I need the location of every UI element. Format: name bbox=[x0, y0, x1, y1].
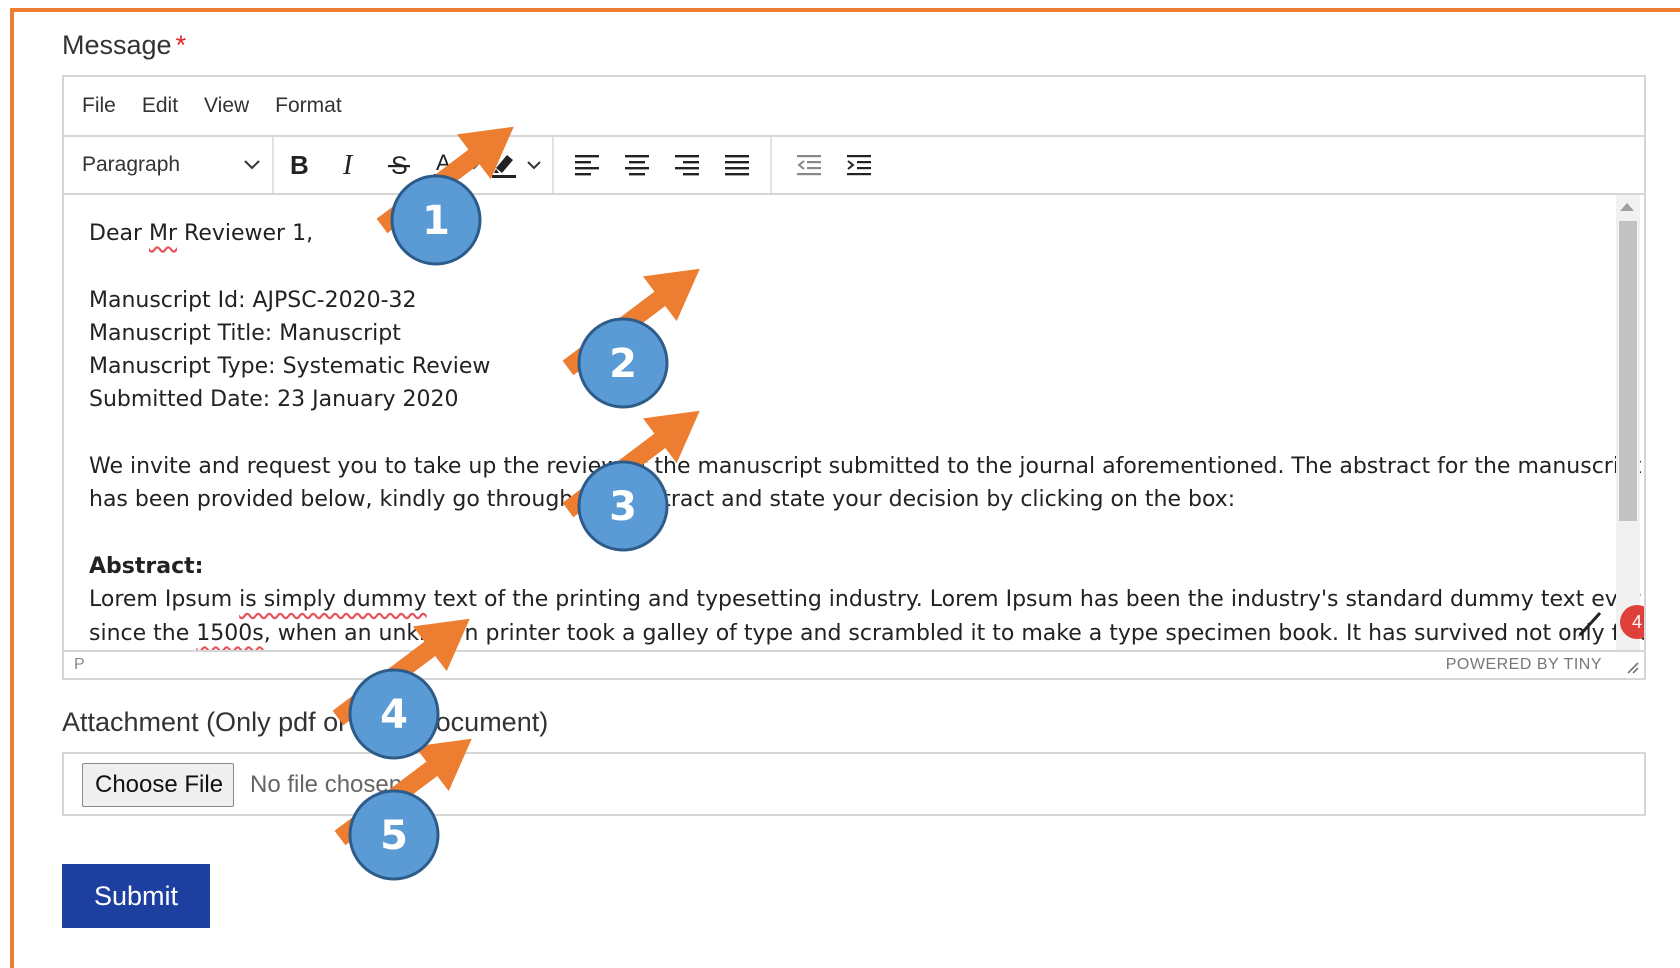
editor-menubar: File Edit View Format bbox=[64, 77, 1644, 137]
rich-text-editor: File Edit View Format Paragraph B I S A bbox=[62, 75, 1646, 680]
message-label-text: Message bbox=[62, 30, 172, 60]
greeting-pre: Dear bbox=[89, 221, 149, 246]
text-color-icon: A bbox=[434, 151, 454, 177]
align-left-button[interactable] bbox=[562, 140, 612, 190]
abstract-l1-post: text of the printing and typesetting ind… bbox=[426, 587, 1641, 613]
align-center-icon bbox=[625, 155, 649, 176]
block-format-value: Paragraph bbox=[82, 153, 181, 176]
outdent-icon bbox=[797, 155, 821, 176]
toolbar-group-format: B I S A bbox=[274, 137, 554, 193]
highlight-dropdown[interactable] bbox=[524, 140, 544, 190]
editor-body: Dear Mr Reviewer 1, Manuscript Id: AJPSC… bbox=[89, 217, 1644, 650]
menu-format[interactable]: Format bbox=[275, 94, 342, 118]
manuscript-title-line: Manuscript Title: Manuscript bbox=[89, 320, 401, 346]
scroll-up-arrow-icon[interactable] bbox=[1620, 203, 1634, 211]
bold-icon: B bbox=[290, 152, 309, 178]
editor-statusbar: P POWERED BY TINY bbox=[64, 650, 1644, 678]
indent-button[interactable] bbox=[834, 140, 884, 190]
submit-button[interactable]: Submit bbox=[62, 864, 210, 928]
block-format-select[interactable]: Paragraph bbox=[64, 137, 274, 193]
scroll-thumb[interactable] bbox=[1619, 221, 1637, 521]
align-right-button[interactable] bbox=[662, 140, 712, 190]
element-path[interactable]: P bbox=[74, 656, 85, 674]
abstract-line-1: Lorem Ipsum is simply dummy text of the … bbox=[89, 583, 1640, 616]
greeting-post: Reviewer 1, bbox=[177, 221, 314, 246]
italic-button[interactable]: I bbox=[324, 140, 374, 190]
bold-button[interactable]: B bbox=[274, 140, 324, 190]
powered-by-link[interactable]: POWERED BY TINY bbox=[1446, 656, 1602, 674]
required-mark: * bbox=[175, 30, 187, 60]
menu-view[interactable]: View bbox=[204, 94, 249, 118]
spellcheck-flag: Mr bbox=[149, 221, 178, 246]
spellcheck-flag: is simply dummy bbox=[239, 587, 427, 613]
chevron-down-icon bbox=[467, 160, 481, 169]
chevron-down-icon bbox=[244, 160, 260, 170]
justify-icon bbox=[725, 155, 749, 176]
abstract-heading: Abstract: bbox=[89, 550, 1589, 583]
align-left-icon bbox=[575, 155, 599, 176]
text-color-button[interactable]: A bbox=[424, 140, 464, 190]
svg-text:A: A bbox=[436, 151, 451, 175]
chevron-down-icon bbox=[527, 160, 541, 169]
menu-file[interactable]: File bbox=[82, 94, 116, 118]
attachment-label: Attachment (Only pdf or word document) bbox=[62, 707, 549, 737]
indent-icon bbox=[847, 155, 871, 176]
invite-line-1: We invite and request you to take up the… bbox=[89, 454, 1642, 480]
abstract-heading-text: Abstract: bbox=[89, 553, 204, 579]
spellcheck-flag: 1500s bbox=[196, 620, 264, 646]
file-status-text: No file chosen bbox=[250, 771, 403, 798]
svg-text:I: I bbox=[342, 152, 354, 178]
justify-button[interactable] bbox=[712, 140, 762, 190]
manuscript-id-line: Manuscript Id: AJPSC-2020-32 bbox=[89, 287, 417, 313]
outdent-button[interactable] bbox=[784, 140, 834, 190]
abstract-l2-pre: since the bbox=[89, 620, 197, 646]
abstract-l2-post: , when an unknown printer took a galley … bbox=[263, 620, 1644, 646]
align-center-button[interactable] bbox=[612, 140, 662, 190]
message-label: Message * bbox=[62, 30, 186, 61]
greeting-line: Dear Mr Reviewer 1, bbox=[89, 217, 1589, 250]
toolbar-group-indent bbox=[772, 137, 884, 193]
choose-file-button[interactable]: Choose File bbox=[82, 763, 234, 807]
strikethrough-button[interactable]: S bbox=[374, 140, 424, 190]
editor-toolbar: Paragraph B I S A bbox=[64, 137, 1644, 195]
manuscript-type-line: Manuscript Type: Systematic Review bbox=[89, 354, 491, 380]
menu-edit[interactable]: Edit bbox=[142, 94, 178, 118]
file-input-container: Choose File No file chosen bbox=[62, 752, 1646, 816]
abstract-l1-pre: Lorem Ipsum bbox=[89, 587, 240, 613]
italic-icon: I bbox=[342, 152, 354, 178]
toolbar-group-align bbox=[554, 137, 772, 193]
svg-text:B: B bbox=[290, 152, 309, 178]
invite-line-2: has been provided below, kindly go throu… bbox=[89, 487, 1236, 513]
submitted-date-line: Submitted Date: 23 January 2020 bbox=[89, 387, 459, 413]
pen-icon bbox=[1578, 611, 1602, 637]
strikethrough-icon: S bbox=[388, 152, 410, 178]
text-color-dropdown[interactable] bbox=[464, 140, 484, 190]
abstract-line-2: since the 1500s, when an unknown printer… bbox=[89, 617, 1644, 650]
highlight-button[interactable] bbox=[484, 140, 524, 190]
editor-content-area[interactable]: Dear Mr Reviewer 1, Manuscript Id: AJPSC… bbox=[64, 195, 1644, 650]
vertical-scrollbar[interactable] bbox=[1616, 195, 1640, 650]
highlighter-icon bbox=[492, 155, 516, 178]
align-right-icon bbox=[675, 155, 699, 176]
resize-handle-icon[interactable] bbox=[1624, 659, 1640, 675]
